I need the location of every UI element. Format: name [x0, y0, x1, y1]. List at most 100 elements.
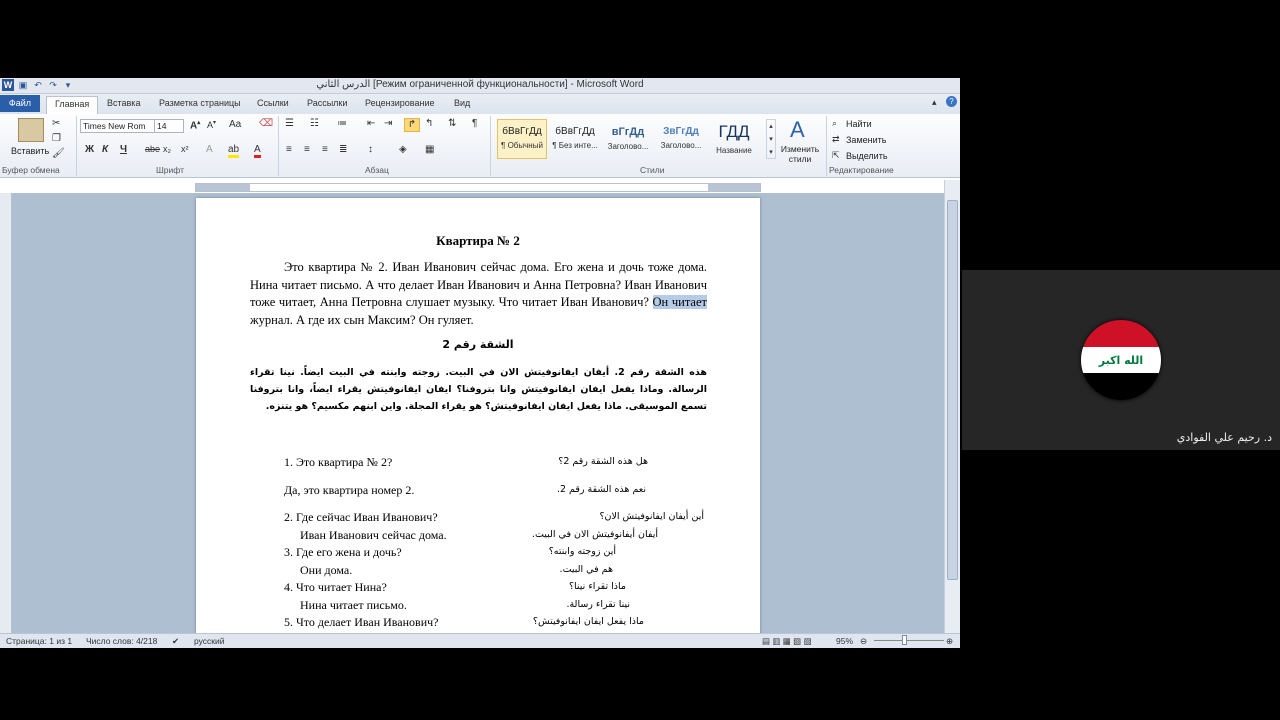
editing-group-label: Редактирование	[829, 165, 894, 175]
document-page[interactable]: Квартира № 2 Это квартира № 2. Иван Иван…	[196, 198, 760, 638]
question-ru-1: 1. Это квартира № 2?	[284, 455, 393, 469]
language-indicator[interactable]: русский	[194, 636, 225, 646]
group-divider	[490, 116, 491, 176]
font-size-select[interactable]: 14	[154, 119, 184, 133]
horizontal-ruler[interactable]	[195, 183, 761, 192]
vertical-ruler[interactable]	[0, 193, 12, 633]
question-ar-2: أين أيفان ايفانوفيتش الان؟	[599, 511, 704, 522]
paragraph-russian[interactable]: Это квартира № 2. Иван Иванович сейчас д…	[250, 259, 707, 329]
tab-home[interactable]: Главная	[46, 96, 99, 114]
question-ru-3: 3. Где его жена и дочь?	[284, 545, 402, 559]
strikethrough-button[interactable]: abe	[145, 144, 160, 154]
ltr-direction-icon[interactable]: ↱	[404, 118, 420, 132]
tab-page-layout[interactable]: Разметка страницы	[159, 98, 241, 108]
font-color-icon[interactable]: A	[254, 144, 261, 158]
minimize-ribbon-icon[interactable]: ▴	[932, 97, 937, 108]
change-styles-icon[interactable]: A	[790, 117, 805, 143]
highlight-color-icon[interactable]: ab	[228, 144, 240, 158]
proofing-icon[interactable]: ✔	[172, 636, 179, 647]
window-title: الدرس الثاني [Режим ограниченной функцио…	[316, 79, 644, 90]
justify-icon[interactable]: ≣	[339, 144, 347, 155]
paragraph-arabic[interactable]: هذه الشقة رقم 2. أيفان ايفانوفيتش الان ف…	[250, 364, 707, 415]
heading-russian: Квартира № 2	[436, 233, 520, 248]
selected-text: Он читает	[652, 295, 707, 309]
vertical-scrollbar[interactable]	[944, 180, 960, 633]
group-divider	[278, 116, 279, 176]
zoom-in-icon[interactable]: ⊕	[946, 636, 953, 647]
align-center-icon[interactable]: ≡	[304, 144, 310, 155]
tab-insert[interactable]: Вставка	[107, 98, 140, 108]
view-buttons-icon[interactable]: ▤ ▥ ▦ ▧ ▨	[762, 636, 812, 647]
zoom-slider[interactable]	[874, 640, 944, 641]
style-no-spacing[interactable]: бВвГгДд ¶ Без инте...	[550, 119, 600, 159]
tab-view[interactable]: Вид	[454, 98, 470, 108]
text-effects-icon[interactable]: A	[206, 144, 213, 155]
zoom-out-icon[interactable]: ⊖	[860, 636, 867, 647]
style-heading-1[interactable]: вГгДд Заголово...	[603, 119, 653, 159]
numbering-icon[interactable]: ☷	[310, 118, 319, 129]
help-icon[interactable]: ?	[946, 96, 957, 107]
font-group-label: Шрифт	[156, 165, 184, 175]
copy-icon[interactable]: ❐	[52, 133, 61, 144]
clipboard-group-label: Буфер обмена	[2, 165, 60, 175]
answer-ar-1: نعم هذه الشقة رقم 2.	[556, 484, 646, 495]
ribbon-home: Вставить ✂ ❐ 🖌 Буфер обмена Times New Ro…	[0, 114, 960, 178]
rtl-direction-icon[interactable]: ↰	[425, 118, 433, 129]
participant-name: د. رحيم علي الفوادي	[1176, 431, 1272, 444]
tab-review[interactable]: Рецензирование	[365, 98, 435, 108]
flag-takbir-text: الله اكبر	[1081, 346, 1161, 374]
page-count[interactable]: Страница: 1 из 1	[6, 636, 72, 646]
clear-formatting-icon[interactable]: ⌫	[259, 118, 273, 129]
multilevel-list-icon[interactable]: ≔	[337, 118, 347, 129]
question-ar-3: أين زوجته وابنته؟	[548, 546, 616, 557]
style-title[interactable]: ГДД Название	[709, 119, 759, 159]
line-spacing-icon[interactable]: ↕	[368, 144, 373, 155]
bold-button[interactable]: Ж	[85, 144, 94, 155]
paragraph-group-label: Абзац	[365, 165, 389, 175]
underline-button[interactable]: Ч	[120, 144, 127, 155]
style-name: ¶ Без инте...	[552, 141, 598, 150]
answer-ru-3: Они дома.	[300, 563, 353, 577]
zoom-slider-thumb[interactable]	[902, 635, 907, 645]
shading-icon[interactable]: ◈	[399, 144, 407, 155]
italic-button[interactable]: К	[102, 144, 108, 155]
tab-mailings[interactable]: Рассылки	[307, 98, 347, 108]
superscript-button[interactable]: x²	[181, 144, 189, 154]
title-bar: W ▣ ↶ ↷ ▾ الدرس الثاني [Режим ограниченн…	[0, 78, 960, 94]
style-normal[interactable]: бВвГгДд ¶ Обычный	[497, 119, 547, 159]
shrink-font-icon[interactable]: A▾	[207, 119, 216, 130]
zoom-level[interactable]: 95%	[836, 636, 853, 646]
question-ru-5: 5. Что делает Иван Иванович?	[284, 615, 439, 629]
borders-icon[interactable]: ▦	[425, 144, 434, 155]
styles-scroll-icon[interactable]: ▴ ▾ ▾	[766, 119, 776, 159]
format-painter-icon[interactable]: 🖌	[52, 148, 65, 159]
select-icon[interactable]: ⇱	[832, 150, 840, 161]
show-formatting-button[interactable]: ¶	[472, 118, 477, 129]
word-count[interactable]: Число слов: 4/218	[86, 636, 157, 646]
increase-indent-icon[interactable]: ⇥	[384, 118, 392, 129]
cut-icon[interactable]: ✂	[52, 118, 60, 129]
align-left-icon[interactable]: ≡	[286, 144, 292, 155]
scrollbar-thumb[interactable]	[947, 200, 958, 580]
change-case-button[interactable]: Aa	[229, 119, 241, 130]
paste-button[interactable]: Вставить	[11, 146, 49, 156]
sort-icon[interactable]: ⇅	[448, 118, 456, 129]
subscript-button[interactable]: x₂	[163, 144, 171, 154]
replace-icon[interactable]: ⇄	[832, 134, 840, 145]
change-styles-button[interactable]: Изменить стили	[778, 144, 822, 164]
select-button[interactable]: Выделить	[846, 151, 888, 161]
tab-references[interactable]: Ссылки	[257, 98, 289, 108]
decrease-indent-icon[interactable]: ⇤	[367, 118, 375, 129]
font-name-select[interactable]: Times New Rom	[80, 119, 156, 133]
tab-file[interactable]: Файл	[0, 95, 40, 112]
paste-icon[interactable]	[18, 118, 44, 142]
grow-font-icon[interactable]: A▴	[190, 119, 200, 131]
style-name: Название	[716, 146, 752, 155]
find-button[interactable]: Найти	[846, 119, 872, 129]
align-right-icon[interactable]: ≡	[322, 144, 328, 155]
style-heading-2[interactable]: ЗвГгДд Заголово...	[656, 119, 706, 159]
find-icon[interactable]: ⌕	[832, 118, 837, 129]
replace-button[interactable]: Заменить	[846, 135, 886, 145]
ruler-ticks	[196, 184, 760, 191]
bullets-icon[interactable]: ☰	[285, 118, 294, 129]
